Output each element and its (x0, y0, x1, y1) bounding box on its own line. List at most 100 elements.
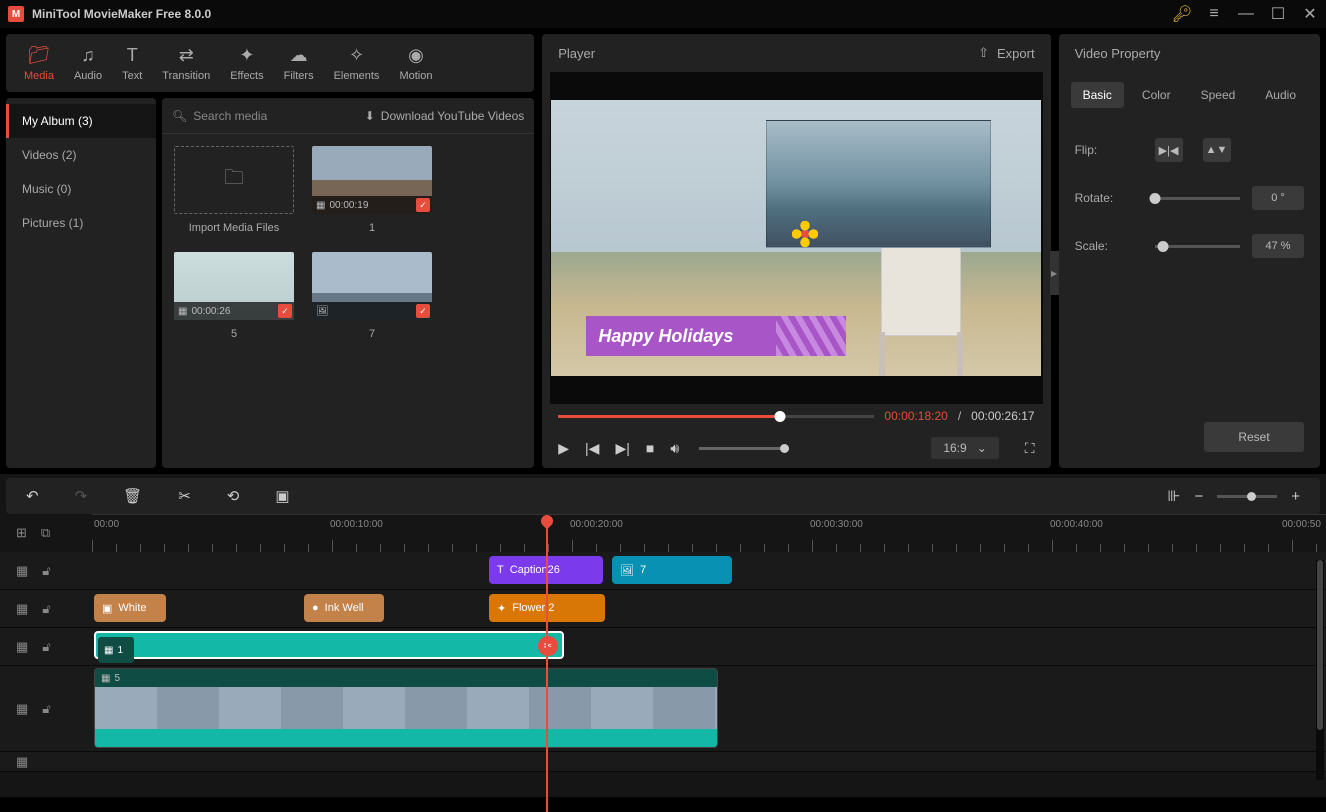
scale-label: Scale: (1075, 239, 1155, 253)
tab-motion[interactable]: ◉ Motion (389, 40, 442, 86)
undo-button[interactable]: ↶ (26, 487, 39, 505)
progress-bar[interactable] (558, 415, 874, 418)
tab-transition[interactable]: ⇄Transition (152, 40, 220, 86)
clip-label: Ink Well (325, 602, 364, 614)
media-thumb-5[interactable]: ▦00:00:26 ✓ (174, 252, 294, 320)
delete-button[interactable]: 🗑︎ (123, 487, 142, 505)
import-media-button[interactable]: 🗀 (174, 146, 294, 214)
scale-value[interactable]: 47 % (1252, 234, 1304, 258)
image-icon: 🖼︎ (316, 306, 329, 317)
sparkle-icon: ✦ (497, 602, 506, 615)
menu-icon[interactable]: ≡ (1206, 6, 1222, 22)
next-frame-button[interactable]: ▶| (615, 440, 629, 457)
tab-label: Text (122, 70, 142, 82)
tab-effects[interactable]: ✦Effects (220, 40, 273, 86)
chevron-down-icon: ⌄ (977, 441, 987, 455)
vertical-scrollbar[interactable] (1316, 560, 1324, 780)
check-icon: ✓ (416, 198, 430, 212)
clip-video-5[interactable]: ▦5 (94, 668, 718, 748)
tab-media[interactable]: 📁︎Media (14, 40, 64, 86)
image-icon: 🖼︎ (620, 564, 634, 577)
clip-label: 5 (114, 673, 120, 684)
check-icon: ✓ (416, 304, 430, 318)
clip-pip[interactable]: 🖼︎7 (612, 556, 732, 584)
add-track-button[interactable]: ⊞ (16, 525, 27, 541)
aspect-ratio-select[interactable]: 16:9 ⌄ (931, 437, 998, 459)
ruler-mark: 00:00:10:00 (330, 519, 383, 530)
download-youtube-button[interactable]: ⬇Download YouTube Videos (365, 109, 525, 123)
lock-icon[interactable]: 🔓︎ (42, 701, 50, 717)
sidebar-item-music[interactable]: Music (0) (6, 172, 156, 206)
lock-icon[interactable]: 🔓︎ (42, 639, 50, 655)
tab-audio-prop[interactable]: Audio (1253, 82, 1308, 108)
fullscreen-button[interactable]: ⛶ (1025, 440, 1035, 457)
zoom-in-button[interactable]: + (1291, 488, 1300, 505)
clip-ink[interactable]: ●Ink Well (304, 594, 384, 622)
aspect-value: 16:9 (943, 441, 966, 455)
search-input[interactable]: 🔍︎Search media (172, 109, 357, 123)
sidebar-item-myalbum[interactable]: My Album (3) (6, 104, 156, 138)
track-type-icon: ▦ (16, 754, 28, 770)
flip-vertical-button[interactable]: ▲▼ (1203, 138, 1231, 162)
media-thumb-7[interactable]: 🖼︎ ✓ (312, 252, 432, 320)
export-icon: ⇧ (978, 45, 989, 61)
download-icon: ⬇ (365, 109, 375, 123)
rotate-slider[interactable] (1155, 197, 1240, 200)
app-icon: M (8, 6, 24, 22)
speed-button[interactable]: ⟲ (227, 487, 240, 505)
sidebar-item-videos[interactable]: Videos (2) (6, 138, 156, 172)
preview-canvas[interactable]: Happy Holidays (550, 72, 1042, 404)
tab-label: Motion (399, 70, 432, 82)
reset-button[interactable]: Reset (1204, 422, 1304, 452)
media-thumb-1[interactable]: ▦00:00:19 ✓ (312, 146, 432, 214)
volume-slider[interactable] (699, 447, 789, 450)
filters-icon: ☁ (290, 44, 308, 66)
motion-icon: ◉ (408, 44, 424, 66)
tab-elements[interactable]: ✧Elements (324, 40, 390, 86)
tab-basic[interactable]: Basic (1071, 82, 1124, 108)
collapse-panel-button[interactable]: ▶ (1050, 251, 1059, 295)
close-icon[interactable]: ✕ (1302, 6, 1318, 22)
search-icon: 🔍︎ (172, 109, 187, 123)
playhead[interactable] (546, 515, 548, 812)
media-label: 5 (231, 328, 237, 340)
text-icon: T (127, 44, 138, 66)
maximize-icon[interactable]: ☐ (1270, 6, 1286, 22)
lock-icon[interactable]: 🔓︎ (42, 563, 50, 579)
scale-slider[interactable] (1155, 245, 1240, 248)
zoom-out-button[interactable]: − (1194, 488, 1203, 505)
ruler-mark: 00:00:20:00 (570, 519, 623, 530)
split-button[interactable]: ✂ (178, 487, 191, 505)
caption-text: Happy Holidays (598, 326, 733, 347)
zoom-slider[interactable] (1217, 495, 1277, 498)
tab-color[interactable]: Color (1130, 82, 1183, 108)
play-button[interactable]: ▶ (558, 440, 569, 457)
tab-speed[interactable]: Speed (1189, 82, 1248, 108)
redo-button[interactable]: ↷ (75, 487, 88, 505)
time-current: 00:00:18:20 (884, 409, 947, 423)
volume-button[interactable]: 🔊︎ (670, 440, 679, 457)
minimize-icon[interactable]: — (1238, 6, 1254, 22)
tab-text[interactable]: T Text (112, 40, 152, 86)
crop-button[interactable]: ▣ (275, 487, 289, 505)
export-label: Export (997, 46, 1035, 61)
cut-indicator[interactable]: ✂ (538, 636, 558, 656)
export-button[interactable]: ⇧ Export (978, 45, 1034, 61)
clip-label: Flower 2 (512, 602, 554, 614)
key-icon[interactable]: 🔑︎ (1174, 6, 1190, 22)
track-layers-button[interactable]: ⧉ (41, 525, 50, 541)
thumb-duration: 00:00:19 (329, 200, 368, 211)
sidebar-item-pictures[interactable]: Pictures (1) (6, 206, 156, 240)
caption-overlay: Happy Holidays (586, 316, 846, 356)
tab-filters[interactable]: ☁Filters (274, 40, 324, 86)
lock-icon[interactable]: 🔓︎ (42, 601, 50, 617)
rotate-value[interactable]: 0 ° (1252, 186, 1304, 210)
time-ruler[interactable]: 00:00 00:00:10:00 00:00:20:00 00:00:30:0… (92, 514, 1326, 552)
clip-white[interactable]: ▣White (94, 594, 166, 622)
snap-button[interactable]: ⊪ (1167, 487, 1180, 505)
prev-frame-button[interactable]: |◀ (585, 440, 599, 457)
flip-horizontal-button[interactable]: ▶|◀ (1155, 138, 1183, 162)
tab-audio[interactable]: ♫Audio (64, 40, 112, 86)
clip-video-1[interactable]: ▦1 (94, 631, 564, 659)
stop-button[interactable]: ■ (646, 440, 654, 456)
